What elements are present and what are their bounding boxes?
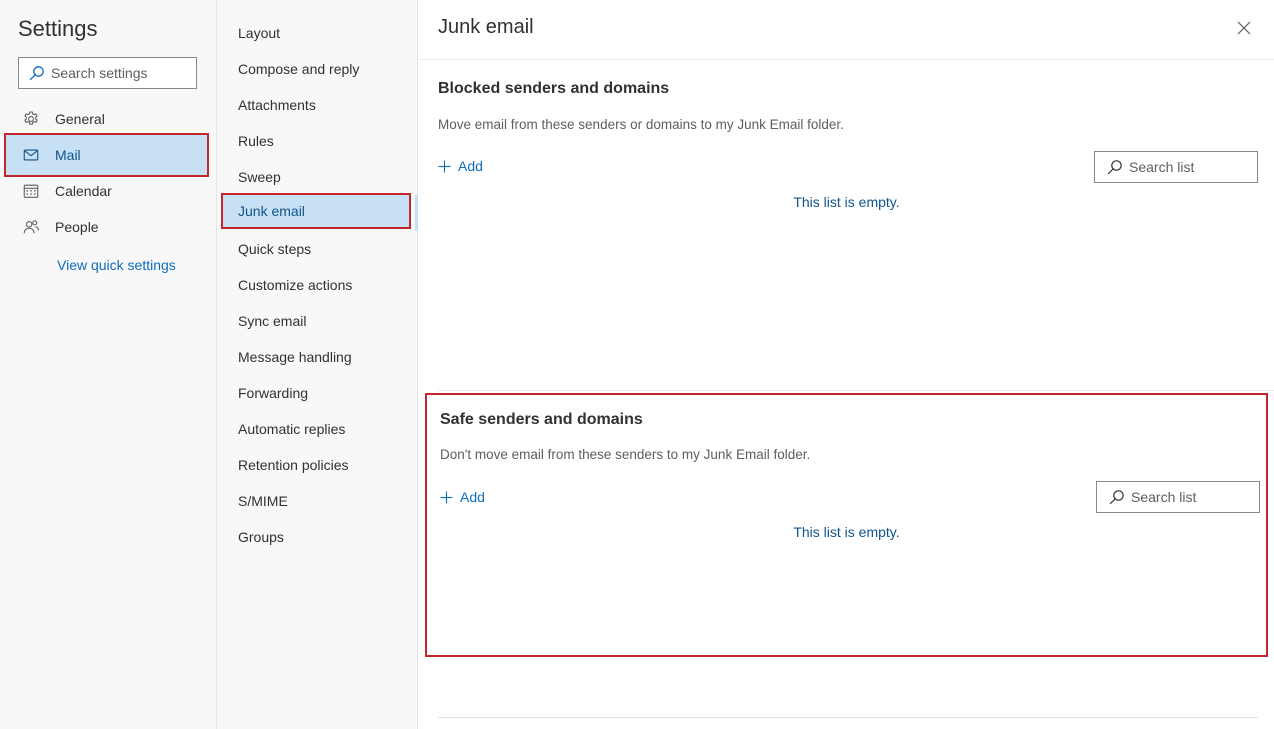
safe-search-list[interactable] — [1096, 481, 1260, 513]
blocked-empty-message: This list is empty. — [793, 194, 900, 210]
sub-item-smime[interactable]: S/MIME — [221, 483, 417, 519]
sub-item-quick-steps[interactable]: Quick steps — [221, 231, 417, 267]
sub-item-junk-email[interactable]: Junk email — [221, 193, 411, 229]
sub-item-rules[interactable]: Rules — [221, 123, 417, 159]
sub-item-groups[interactable]: Groups — [221, 519, 417, 555]
settings-sidebar: Settings General Mail — [0, 0, 217, 729]
view-quick-settings-link[interactable]: View quick settings — [57, 257, 176, 273]
nav-item-calendar[interactable]: Calendar — [4, 173, 209, 209]
close-icon — [1237, 21, 1251, 35]
blocked-senders-description: Move email from these senders or domains… — [438, 117, 844, 132]
safe-search-input[interactable] — [1131, 489, 1251, 505]
header-divider — [418, 59, 1274, 60]
sub-item-attachments[interactable]: Attachments — [221, 87, 417, 123]
nav-item-mail[interactable]: Mail — [4, 133, 209, 177]
section-divider — [438, 390, 1274, 391]
search-icon — [1109, 490, 1124, 505]
sub-item-forwarding[interactable]: Forwarding — [221, 375, 417, 411]
blocked-senders-section: Blocked senders and domains Move email f… — [425, 70, 1268, 370]
blocked-search-list[interactable] — [1094, 151, 1258, 183]
nav-item-label: Mail — [55, 147, 81, 163]
sub-item-sync-email[interactable]: Sync email — [221, 303, 417, 339]
sub-item-customize-actions[interactable]: Customize actions — [221, 267, 417, 303]
safe-senders-section: Safe senders and domains Don't move emai… — [425, 393, 1268, 657]
bottom-divider — [438, 717, 1258, 718]
add-label: Add — [458, 158, 483, 174]
sub-item-automatic-replies[interactable]: Automatic replies — [221, 411, 417, 447]
close-button[interactable] — [1234, 18, 1254, 38]
blocked-search-input[interactable] — [1129, 159, 1249, 175]
junk-email-panel: Junk email Blocked senders and domains M… — [418, 0, 1274, 729]
plus-icon — [440, 491, 453, 503]
sub-item-layout[interactable]: Layout — [221, 15, 417, 51]
safe-empty-message: This list is empty. — [793, 524, 900, 540]
sub-item-compose-and-reply[interactable]: Compose and reply — [221, 51, 417, 87]
page-title: Junk email — [438, 16, 534, 38]
sub-item-retention-policies[interactable]: Retention policies — [221, 447, 417, 483]
search-icon — [1107, 160, 1122, 175]
people-icon — [21, 217, 41, 237]
add-label: Add — [460, 489, 485, 505]
nav-item-people[interactable]: People — [4, 209, 209, 245]
safe-senders-description: Don't move email from these senders to m… — [440, 447, 811, 462]
nav-item-label: General — [55, 111, 105, 127]
mail-icon — [21, 145, 41, 165]
plus-icon — [438, 160, 451, 172]
nav-item-label: People — [55, 219, 99, 235]
blocked-add-button[interactable]: Add — [438, 158, 483, 174]
safe-add-button[interactable]: Add — [440, 489, 485, 505]
mail-settings-list: Layout Compose and reply Attachments Rul… — [217, 0, 418, 729]
sub-item-message-handling[interactable]: Message handling — [221, 339, 417, 375]
search-settings-input[interactable] — [51, 65, 191, 81]
nav-item-general[interactable]: General — [4, 101, 209, 137]
blocked-senders-heading: Blocked senders and domains — [438, 80, 670, 97]
settings-title: Settings — [18, 16, 98, 41]
nav-item-label: Calendar — [55, 183, 112, 199]
safe-senders-heading: Safe senders and domains — [440, 411, 643, 428]
sub-item-sweep[interactable]: Sweep — [221, 159, 417, 195]
search-icon — [29, 66, 44, 81]
calendar-icon — [21, 181, 41, 201]
search-settings-box[interactable] — [18, 57, 197, 89]
gear-icon — [21, 109, 41, 129]
